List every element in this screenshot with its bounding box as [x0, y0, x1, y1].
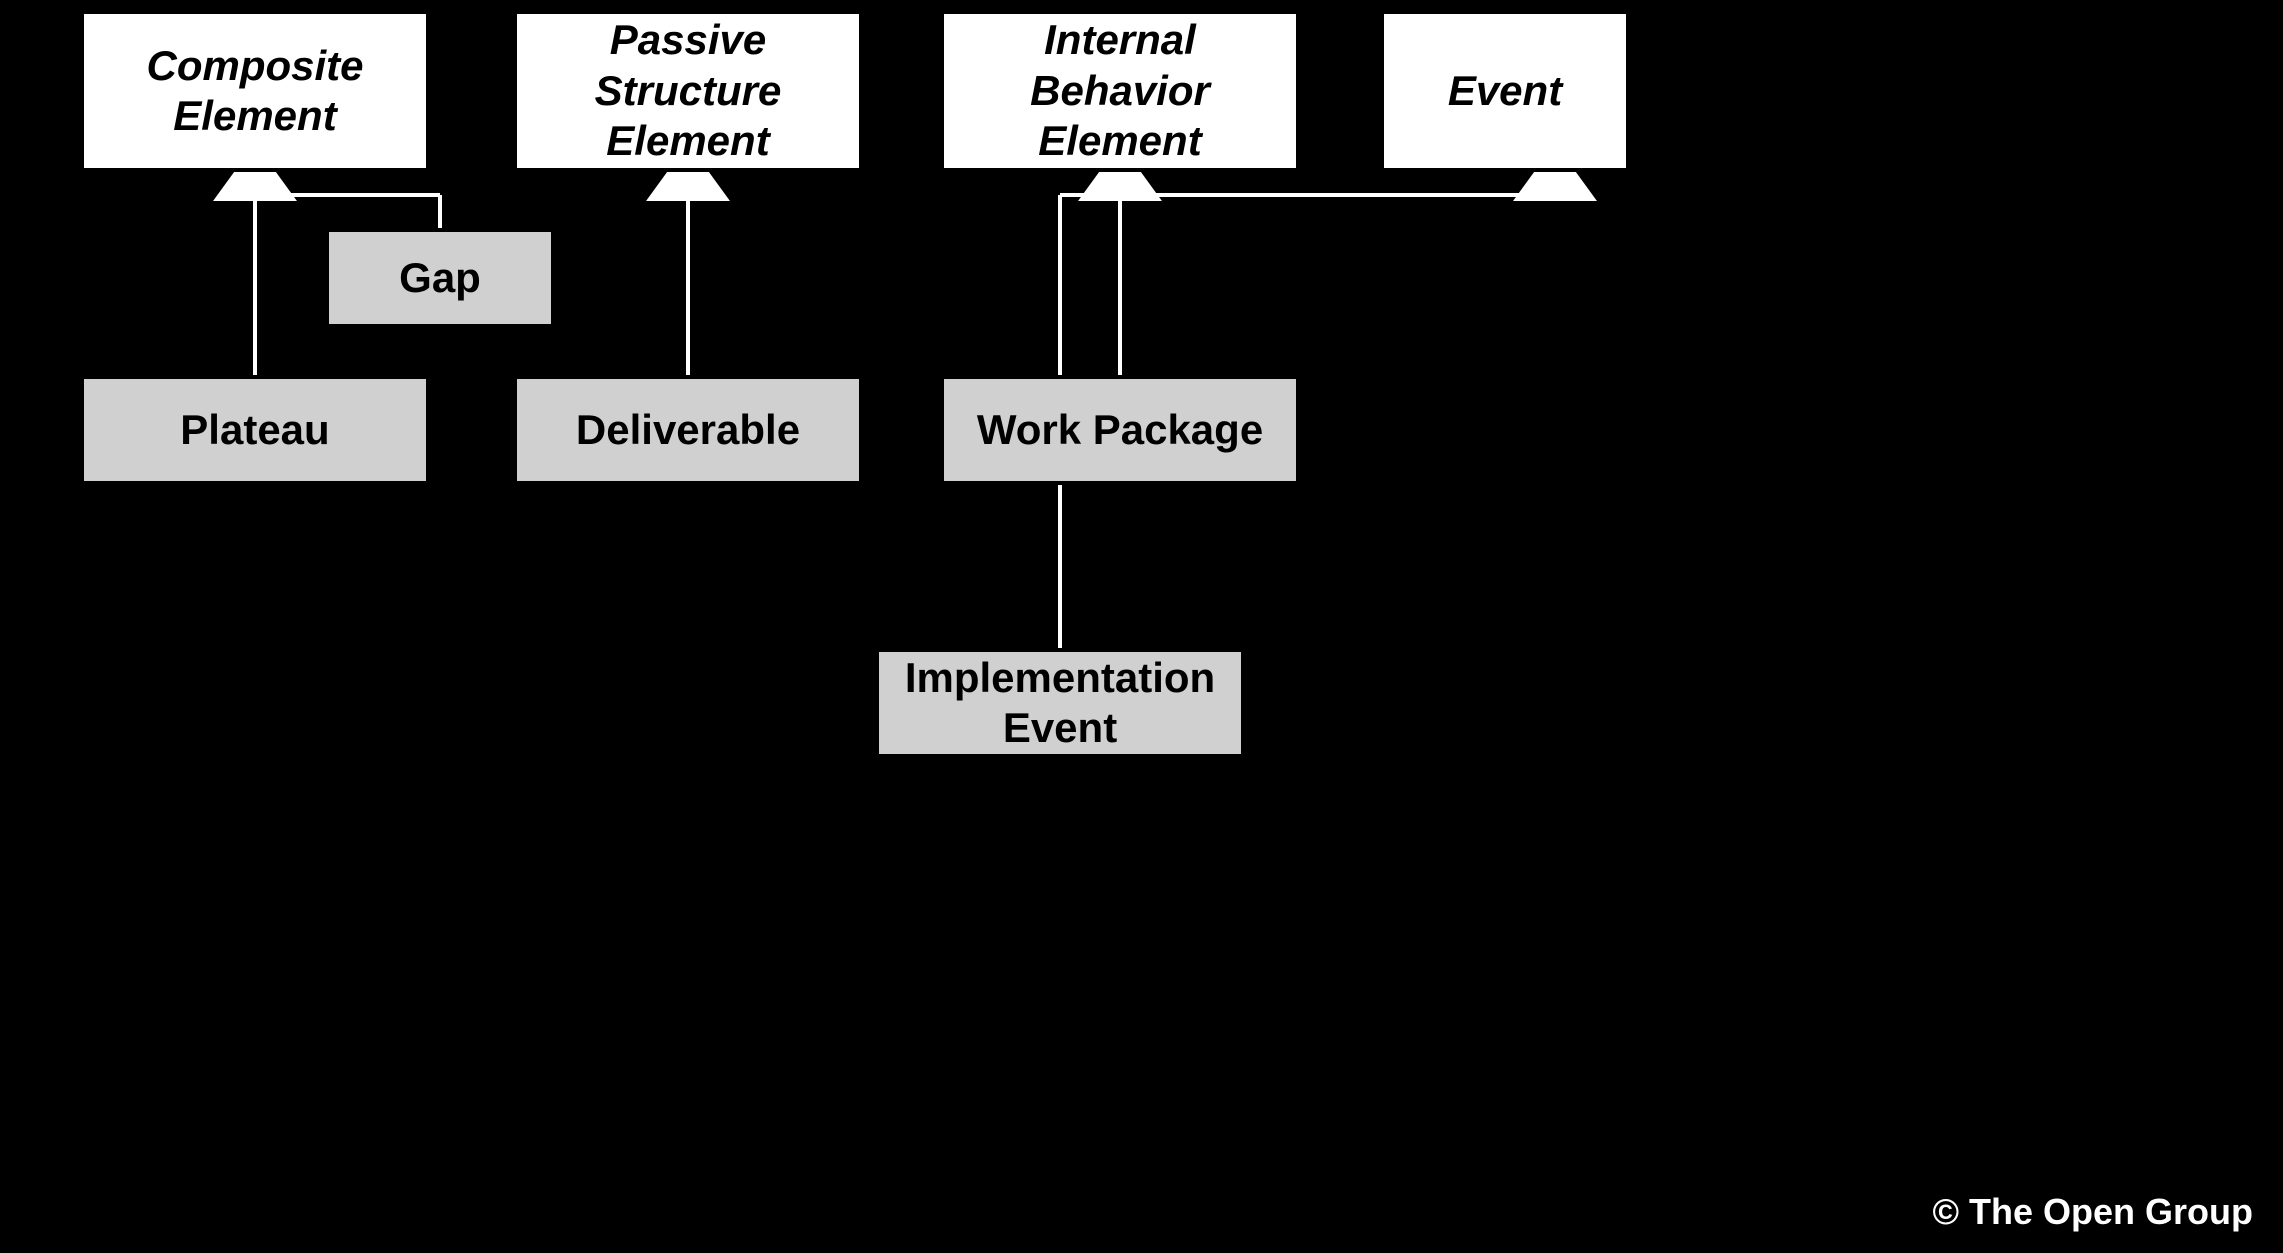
implementation-event-label: Implementation Event: [889, 653, 1231, 754]
internal-behavior-element-box: Internal Behavior Element: [940, 10, 1300, 172]
deliverable-box: Deliverable: [513, 375, 863, 485]
composite-element-label: Composite Element: [94, 41, 416, 142]
internal-behavior-element-label: Internal Behavior Element: [954, 15, 1286, 166]
implementation-event-box: Implementation Event: [875, 648, 1245, 758]
event-label: Event: [1448, 66, 1562, 116]
deliverable-label: Deliverable: [576, 405, 800, 455]
composite-element-box: Composite Element: [80, 10, 430, 172]
plateau-box: Plateau: [80, 375, 430, 485]
passive-structure-element-box: Passive Structure Element: [513, 10, 863, 172]
passive-structure-element-label: Passive Structure Element: [527, 15, 849, 166]
work-package-box: Work Package: [940, 375, 1300, 485]
gap-box: Gap: [325, 228, 555, 328]
diagram-svg: [0, 0, 2283, 1253]
plateau-label: Plateau: [180, 405, 329, 455]
copyright-text: © The Open Group: [1932, 1191, 2253, 1233]
event-box: Event: [1380, 10, 1630, 172]
work-package-label: Work Package: [977, 405, 1263, 455]
gap-label: Gap: [399, 253, 481, 303]
diagram-container: Composite Element Passive Structure Elem…: [0, 0, 2283, 1253]
